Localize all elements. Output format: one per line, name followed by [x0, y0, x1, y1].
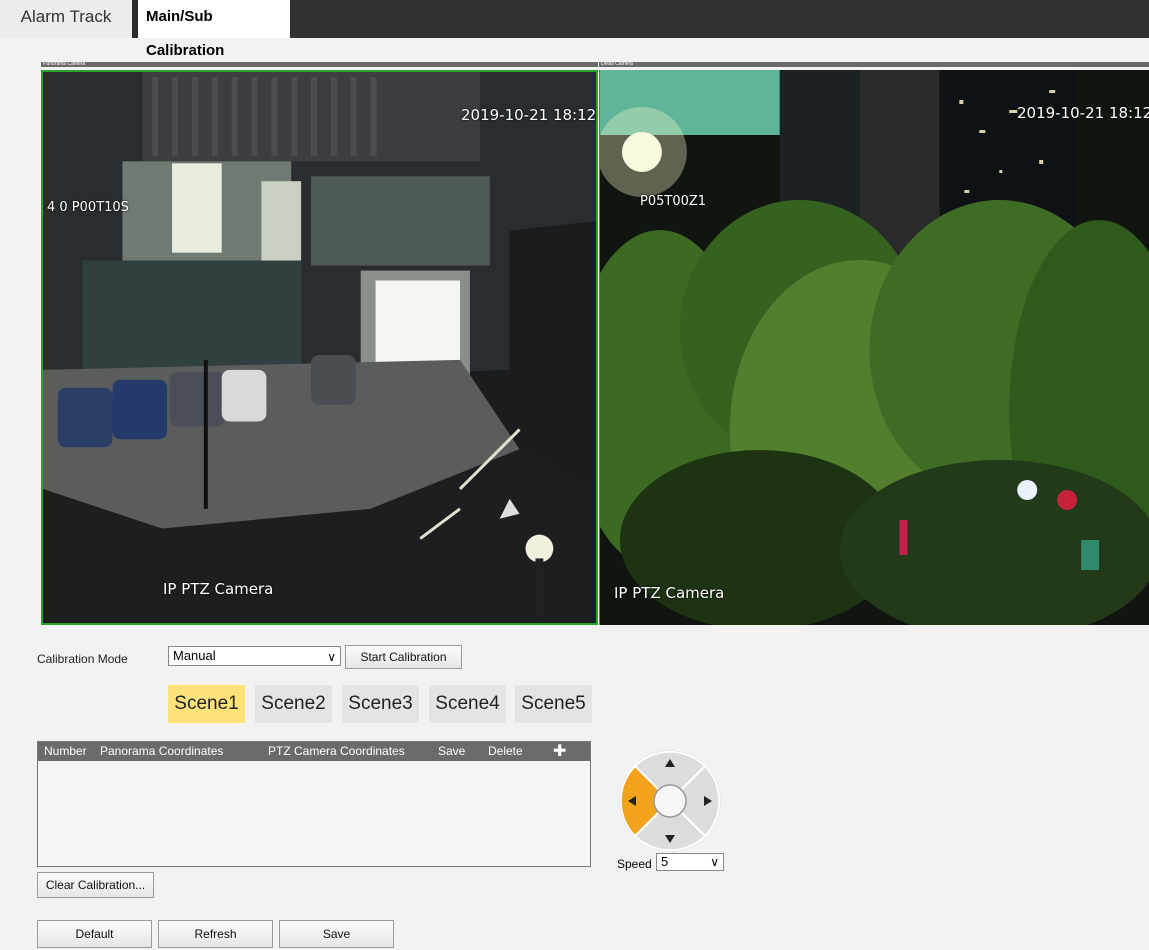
detail-video[interactable]: 2019-10-21 18:12:57 P05T00Z1 IP PTZ Came… [599, 70, 1149, 625]
speed-value: 5 [661, 854, 669, 869]
calibration-mode-select[interactable]: Manual ∨ [168, 646, 341, 666]
add-icon[interactable]: ✚ [553, 742, 566, 761]
detail-camera-id: P05T00Z1 [640, 194, 707, 209]
save-button[interactable]: Save [279, 920, 394, 948]
scene-tab-4[interactable]: Scene4 [429, 685, 506, 723]
panorama-camera-id: 4 0 P00T10S [47, 200, 129, 215]
detail-timestamp: 2019-10-21 18:12:57 [1017, 104, 1149, 122]
tab-bar: Alarm Track Main/Sub Calibration [0, 0, 1149, 59]
col-panorama-coordinates: Panorama Coordinates [100, 744, 224, 758]
calibration-mode-label: Calibration Mode [37, 652, 128, 666]
panorama-strip-label: Panorama Camera [43, 61, 86, 67]
scene-tab-2[interactable]: Scene2 [255, 685, 332, 723]
speed-label: Speed [617, 857, 652, 871]
col-number: Number [44, 744, 87, 758]
scene-tab-1[interactable]: Scene1 [168, 685, 245, 723]
chevron-down-icon: ∨ [327, 650, 336, 664]
detail-title-strip: Detail Camera [599, 61, 1149, 67]
tab-bar-fill [290, 0, 1149, 38]
panorama-footer-label: IP PTZ Camera [163, 580, 274, 598]
chevron-down-icon: ∨ [710, 855, 719, 869]
panorama-scene-image [43, 72, 596, 623]
speed-select[interactable]: 5 ∨ [656, 853, 724, 871]
detail-scene-image [600, 70, 1149, 625]
col-delete: Delete [488, 744, 523, 758]
refresh-button[interactable]: Refresh [158, 920, 273, 948]
panorama-timestamp: 2019-10-21 18:12:57 [461, 106, 597, 124]
detail-strip-label: Detail Camera [601, 61, 633, 67]
tab-alarm-track[interactable]: Alarm Track [0, 0, 132, 38]
start-calibration-button[interactable]: Start Calibration [345, 645, 462, 669]
tab-main-sub-calibration[interactable]: Main/Sub Calibration [132, 0, 290, 59]
calibration-points-table: Number Panorama Coordinates PTZ Camera C… [37, 741, 591, 867]
clear-calibration-button[interactable]: Clear Calibration... [37, 872, 154, 898]
detail-footer-label: IP PTZ Camera [614, 584, 725, 602]
col-save: Save [438, 744, 466, 758]
ptz-direction-control[interactable] [618, 749, 722, 853]
ptz-center [653, 784, 687, 818]
panorama-title-strip: Panorama Camera [41, 61, 598, 67]
scene-tab-3[interactable]: Scene3 [342, 685, 419, 723]
calibration-mode-value: Manual [173, 648, 216, 663]
default-button[interactable]: Default [37, 920, 152, 948]
scene-tab-5[interactable]: Scene5 [515, 685, 592, 723]
col-ptz-coordinates: PTZ Camera Coordinates [268, 744, 405, 758]
table-header: Number Panorama Coordinates PTZ Camera C… [38, 742, 590, 761]
panorama-video[interactable]: 2019-10-21 18:12:57 4 0 P00T10S IP PTZ C… [41, 70, 598, 625]
